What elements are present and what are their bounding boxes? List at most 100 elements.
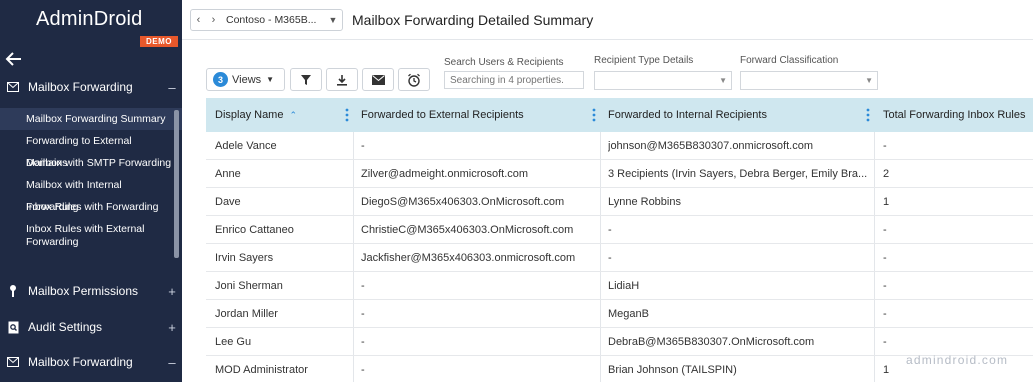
chevron-down-icon: ▼	[719, 76, 727, 85]
column-header-inbox-rules[interactable]: Total Forwarding Inbox Rules	[874, 98, 1033, 132]
nav-section-mailbox-forwarding[interactable]: Mailbox Forwarding –	[0, 76, 182, 98]
column-title: Forwarded to Internal Recipients	[608, 109, 767, 121]
collapse-toggle[interactable]: –	[162, 355, 182, 370]
table-cell: Brian Johnson (TAILSPIN)	[608, 364, 737, 376]
column-menu-icon[interactable]	[592, 108, 596, 122]
table-cell: -	[608, 252, 612, 264]
column-menu-icon[interactable]	[345, 108, 349, 122]
nav-section-mailbox-forwarding-2[interactable]: Mailbox Forwarding –	[0, 351, 182, 373]
table-cell: 3 Recipients (Irvin Sayers, Debra Berger…	[608, 168, 868, 180]
sidebar-item-inbox-rules-forwarding[interactable]: Inbox Rules with Forwarding	[0, 196, 182, 218]
sidebar-item-smtp-forwarding[interactable]: Mailbox with SMTP Forwarding	[0, 152, 182, 174]
column-divider	[874, 272, 875, 299]
caret-down-icon: ▼	[266, 75, 275, 84]
audit-document-icon	[6, 320, 20, 334]
table-cell: ChristieC@M365x406303.OnMicrosoft.com	[361, 224, 574, 236]
nav-section-label: Audit Settings	[28, 320, 103, 334]
table-cell: -	[361, 364, 365, 376]
recipient-type-select[interactable]: ▼	[594, 71, 732, 90]
table-cell: Zilver@admeight.onmicrosoft.com	[361, 168, 529, 180]
tenant-selector[interactable]: ‹ › Contoso - M365B... ▼	[190, 9, 343, 31]
table-cell: DebraB@M365B830307.OnMicrosoft.com	[608, 336, 815, 348]
table-cell: -	[361, 140, 365, 152]
expand-toggle[interactable]: +	[162, 320, 182, 335]
table-row[interactable]: Irvin Sayers Jackfisher@M365x406303.onmic…	[206, 244, 1033, 272]
table-cell: Adele Vance	[215, 140, 277, 152]
column-divider	[600, 356, 601, 382]
table-cell: MOD Administrator	[215, 364, 308, 376]
table-cell: -	[361, 308, 365, 320]
column-divider	[600, 272, 601, 299]
table-row[interactable]: Lee Gu - DebraB@M365B830307.OnMicrosoft.co…	[206, 328, 1033, 356]
brand-logo[interactable]: AdminDroid	[36, 8, 142, 31]
column-divider	[353, 188, 354, 215]
filter-button[interactable]	[290, 68, 322, 91]
schedule-button[interactable]	[398, 68, 430, 91]
views-button[interactable]: 3 Views ▼	[206, 68, 285, 91]
chevron-right-icon[interactable]: ›	[206, 14, 221, 26]
tenant-name[interactable]: Contoso - M365B...	[221, 14, 324, 26]
table-cell: -	[883, 336, 887, 348]
column-header-display-name[interactable]: Display Name ⌃	[206, 98, 353, 132]
table-cell: MeganB	[608, 308, 649, 320]
table-cell: 2	[883, 168, 890, 180]
top-bar: ‹ › Contoso - M365B... ▼ Mailbox Forward…	[182, 0, 1033, 40]
chevron-down-icon: ▼	[865, 76, 873, 85]
export-button[interactable]	[326, 68, 358, 91]
back-arrow-icon[interactable]	[4, 50, 24, 68]
table-cell: Enrico Cattaneo	[215, 224, 294, 236]
table-cell: -	[361, 280, 365, 292]
key-icon	[6, 284, 20, 298]
nav-section-label: Mailbox Forwarding	[28, 80, 133, 94]
sidebar-scrollbar[interactable]	[174, 110, 179, 258]
table-cell: Irvin Sayers	[215, 252, 274, 264]
column-divider	[874, 216, 875, 243]
column-header-internal[interactable]: Forwarded to Internal Recipients	[600, 98, 874, 132]
table-cell: Jackfisher@M365x406303.onmicrosoft.com	[361, 252, 576, 264]
column-divider	[353, 272, 354, 299]
column-divider	[874, 244, 875, 271]
table-row[interactable]: Adele Vance - johnson@M365B830307.onmicros…	[206, 132, 1033, 160]
search-label: Search Users & Recipients	[444, 57, 564, 68]
table-cell: -	[883, 224, 887, 236]
column-menu-icon[interactable]	[866, 108, 870, 122]
table-cell: Joni Sherman	[215, 280, 283, 292]
table-row[interactable]: Dave DiegoS@M365x406303.OnMicrosoft.com Ly…	[206, 188, 1033, 216]
grid-body: Adele Vance - johnson@M365B830307.onmicros…	[206, 132, 1033, 382]
table-cell: Lynne Robbins	[608, 196, 681, 208]
grid-header: Display Name ⌃ Forwarded to External Rec…	[206, 98, 1033, 132]
sidebar-item-forwarding-summary[interactable]: Mailbox Forwarding Summary	[0, 108, 182, 130]
envelope-icon	[6, 80, 20, 94]
table-row[interactable]: Enrico Cattaneo ChristieC@M365x406303.OnM…	[206, 216, 1033, 244]
sidebar-item-inbox-rules-external[interactable]: Inbox Rules with External Forwarding	[0, 218, 182, 249]
column-header-external[interactable]: Forwarded to External Recipients	[353, 98, 600, 132]
sidebar-item-internal-forwarding[interactable]: Mailbox with Internal Forwarding	[0, 174, 182, 213]
table-row[interactable]: Jordan Miller - MeganB -	[206, 300, 1033, 328]
email-button[interactable]	[362, 68, 394, 91]
demo-badge: DEMO	[140, 36, 178, 47]
sidebar-item-external-domains[interactable]: Forwarding to External Domains	[0, 130, 182, 169]
sort-ascending-icon: ⌃	[289, 109, 298, 120]
column-divider	[600, 132, 601, 159]
column-divider	[353, 300, 354, 327]
nav-section-mailbox-permissions[interactable]: Mailbox Permissions +	[0, 280, 182, 302]
search-input[interactable]	[444, 71, 584, 89]
chevron-down-icon[interactable]: ▼	[324, 15, 342, 25]
column-divider	[874, 160, 875, 187]
collapse-toggle[interactable]: –	[162, 80, 182, 95]
page-title: Mailbox Forwarding Detailed Summary	[352, 12, 594, 28]
table-cell: -	[883, 140, 887, 152]
column-divider	[353, 132, 354, 159]
table-row[interactable]: Anne Zilver@admeight.onmicrosoft.com 3 Rec…	[206, 160, 1033, 188]
nav-section-audit-settings[interactable]: Audit Settings +	[0, 316, 182, 338]
chevron-left-icon[interactable]: ‹	[191, 14, 206, 26]
column-title: Forwarded to External Recipients	[361, 109, 524, 121]
table-row[interactable]: Joni Sherman - LidiaH -	[206, 272, 1033, 300]
column-divider	[874, 300, 875, 327]
expand-toggle[interactable]: +	[162, 284, 182, 299]
filter-icon	[301, 74, 311, 85]
column-divider	[353, 160, 354, 187]
forward-classification-select[interactable]: ▼	[740, 71, 878, 90]
table-cell: Dave	[215, 196, 241, 208]
table-cell: Anne	[215, 168, 241, 180]
